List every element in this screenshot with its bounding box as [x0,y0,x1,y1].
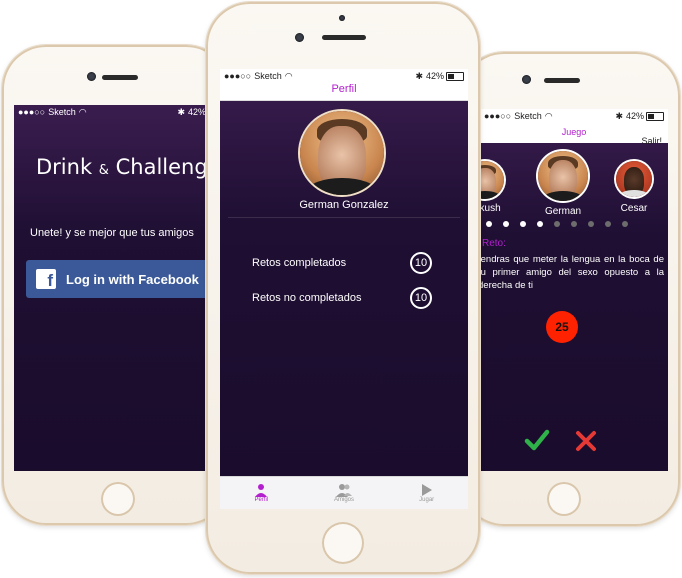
nav-title: Juego [561,127,587,137]
tab-perfil[interactable]: Perfil [220,477,303,509]
left-phone: ●●●○○ Sketch ◠ ✱ 42% Drink & Challenge U… [2,45,230,525]
bluetooth-icon: ✱ [177,106,185,117]
player-avatar-right[interactable] [616,161,652,197]
facebook-button-label: Log in with Facebook [66,271,199,287]
front-camera [87,72,96,81]
stat-row-not-completed: Retos no completados 10 [252,287,432,309]
tab-jugar[interactable]: Jugar [385,477,468,509]
player-name-left: nkush [480,203,501,214]
player-name-right: Cesar [620,203,648,214]
challenge-label: Reto: [482,238,506,249]
signal-icon: ●●●○○ [18,107,46,117]
bluetooth-icon: ✱ [615,110,623,121]
front-camera [522,75,531,84]
exit-button[interactable]: Salir! [641,136,662,146]
app-title: Drink & Challenge [36,155,221,179]
stat-value-ring: 10 [410,252,432,274]
challenge-text: tendras que meter la lengua en la boca d… [480,254,664,291]
profile-avatar[interactable] [300,111,384,195]
facebook-icon: f [36,269,56,289]
carrier-label: Sketch [254,71,282,81]
divider [228,217,460,218]
proximity-sensor [339,15,345,21]
login-subtitle: Unete! y se mejor que tus amigos [30,227,194,239]
carrier-label: Sketch [48,107,76,117]
center-phone: ●●●○○ Sketch ◠ ✱ 42% Perfil German Gonza… [206,2,480,574]
nav-bar: Perfil [220,83,468,101]
group-icon [336,484,352,497]
battery-percent: 42% [625,111,644,121]
signal-icon: ●●●○○ [484,111,512,121]
wifi-icon: ◠ [78,106,87,117]
carrier-label: Sketch [514,111,542,121]
player-avatar-current[interactable] [538,151,588,201]
battery-icon [446,71,464,81]
tab-label: Jugar [419,497,435,503]
status-bar: ●●●○○ Sketch ◠ ✱ 42% [480,109,668,123]
game-screen: ●●●○○ Sketch ◠ ✱ 42% Juego Salir! nkush … [480,109,668,471]
profile-name: German Gonzalez [299,199,389,211]
status-bar: ●●●○○ Sketch ◠ ✱ 42% [14,105,230,119]
checkmark-icon [524,429,550,451]
tab-bar: Perfil Amigos Jugar [220,476,468,509]
tab-label: Perfil [254,497,269,503]
stat-label: Retos no completados [252,292,362,304]
home-button[interactable] [322,522,364,564]
login-screen: ●●●○○ Sketch ◠ ✱ 42% Drink & Challenge U… [14,105,230,471]
tab-amigos[interactable]: Amigos [303,477,386,509]
cross-icon [576,431,596,451]
earpiece-speaker [322,35,366,40]
accept-button[interactable] [524,427,550,453]
nav-bar: Juego Salir! [480,123,668,146]
turn-indicator-dots [486,221,628,227]
reject-button[interactable] [574,429,598,453]
earpiece-speaker [102,75,138,80]
earpiece-speaker [544,78,580,83]
player-name-current: German [544,206,582,217]
person-icon [255,484,268,497]
status-bar: ●●●○○ Sketch ◠ ✱ 42% [220,69,468,83]
wifi-icon: ◠ [544,110,553,121]
battery-icon [646,111,664,121]
play-icon [421,484,432,496]
home-button[interactable] [547,482,581,516]
right-phone: ●●●○○ Sketch ◠ ✱ 42% Juego Salir! nkush … [460,52,680,526]
nav-title: Perfil [331,83,357,95]
home-button[interactable] [101,482,135,516]
battery-percent: 42% [187,107,206,117]
stat-row-completed: Retos completados 10 [252,252,432,274]
stat-label: Retos completados [252,257,347,269]
facebook-login-button[interactable]: f Log in with Facebook [26,260,230,298]
battery-percent: 42% [425,71,444,81]
front-camera [295,33,304,42]
bluetooth-icon: ✱ [415,70,423,81]
signal-icon: ●●●○○ [224,71,252,81]
tab-label: Amigos [334,497,355,503]
countdown-timer: 25 [546,311,578,343]
stat-value-ring: 10 [410,287,432,309]
wifi-icon: ◠ [284,70,293,81]
profile-screen: ●●●○○ Sketch ◠ ✱ 42% Perfil German Gonza… [220,69,468,509]
player-avatar-left[interactable] [480,161,504,199]
